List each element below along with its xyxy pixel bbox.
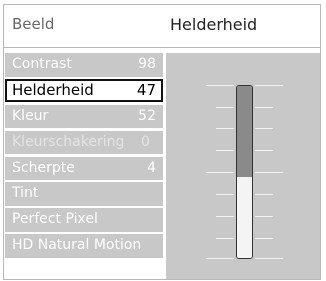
- adjustment-panel: [166, 53, 320, 279]
- scale-tick: [206, 85, 234, 86]
- scale-tick: [255, 172, 283, 173]
- scale-tick: [255, 85, 283, 86]
- setting-title: Helderheid: [170, 15, 258, 34]
- menu-item-label: Contrast: [12, 56, 72, 72]
- scale-tick: [255, 238, 273, 239]
- menu-item-label: Tint: [12, 185, 39, 202]
- menu-item-label: HD Natural Motion: [12, 237, 142, 254]
- scale-tick: [255, 194, 273, 195]
- menu-item-helderheid[interactable]: Helderheid 47: [5, 78, 163, 103]
- scale-tick: [206, 172, 234, 173]
- scale-tick: [255, 150, 273, 151]
- scale-tick: [255, 258, 283, 259]
- menu-item-label: Kleurschakering: [12, 133, 125, 150]
- menu-item-label: Scherpte: [12, 159, 75, 176]
- slider-empty-track: [237, 86, 252, 178]
- scale-tick: [216, 150, 234, 151]
- header-divider: [4, 47, 320, 48]
- menu-item-value: 4: [147, 159, 156, 176]
- menu-item-scherpte[interactable]: Scherpte 4: [5, 156, 163, 181]
- scale-tick: [255, 107, 273, 108]
- brightness-slider[interactable]: [236, 85, 253, 259]
- menu-item-label: Helderheid: [12, 80, 94, 99]
- slider-fill: [237, 177, 252, 258]
- menu-item-tint[interactable]: Tint: [5, 182, 163, 206]
- scale-tick: [255, 128, 273, 129]
- scale-tick: [216, 194, 234, 195]
- menu-item-value: 47: [136, 80, 156, 99]
- scale-tick: [206, 258, 234, 259]
- menu-item-value: 98: [138, 56, 156, 72]
- scale-tick: [255, 216, 273, 217]
- picture-settings-window: Beeld Helderheid Contrast 98 Helderheid …: [3, 4, 321, 280]
- menu-item-kleur[interactable]: Kleur 52: [5, 104, 163, 129]
- menu-item-label: Kleur: [12, 107, 49, 124]
- scale-tick: [216, 238, 234, 239]
- menu-item-hd-natural-motion[interactable]: HD Natural Motion: [5, 234, 163, 258]
- menu-item-value: 52: [138, 107, 156, 124]
- menu-item-contrast[interactable]: Contrast 98: [5, 53, 163, 77]
- scale-tick: [216, 128, 234, 129]
- scale-tick: [216, 216, 234, 217]
- settings-list: Contrast 98 Helderheid 47 Kleur 52 Kleur…: [5, 53, 163, 260]
- menu-item-label: Perfect Pixel: [12, 211, 98, 228]
- menu-item-perfect-pixel[interactable]: Perfect Pixel: [5, 208, 163, 232]
- menu-item-value: 0: [141, 133, 150, 150]
- menu-item-kleurschakering[interactable]: Kleurschakering 0: [5, 130, 163, 155]
- scale-tick: [216, 107, 234, 108]
- menu-header-label: Beeld: [12, 15, 55, 33]
